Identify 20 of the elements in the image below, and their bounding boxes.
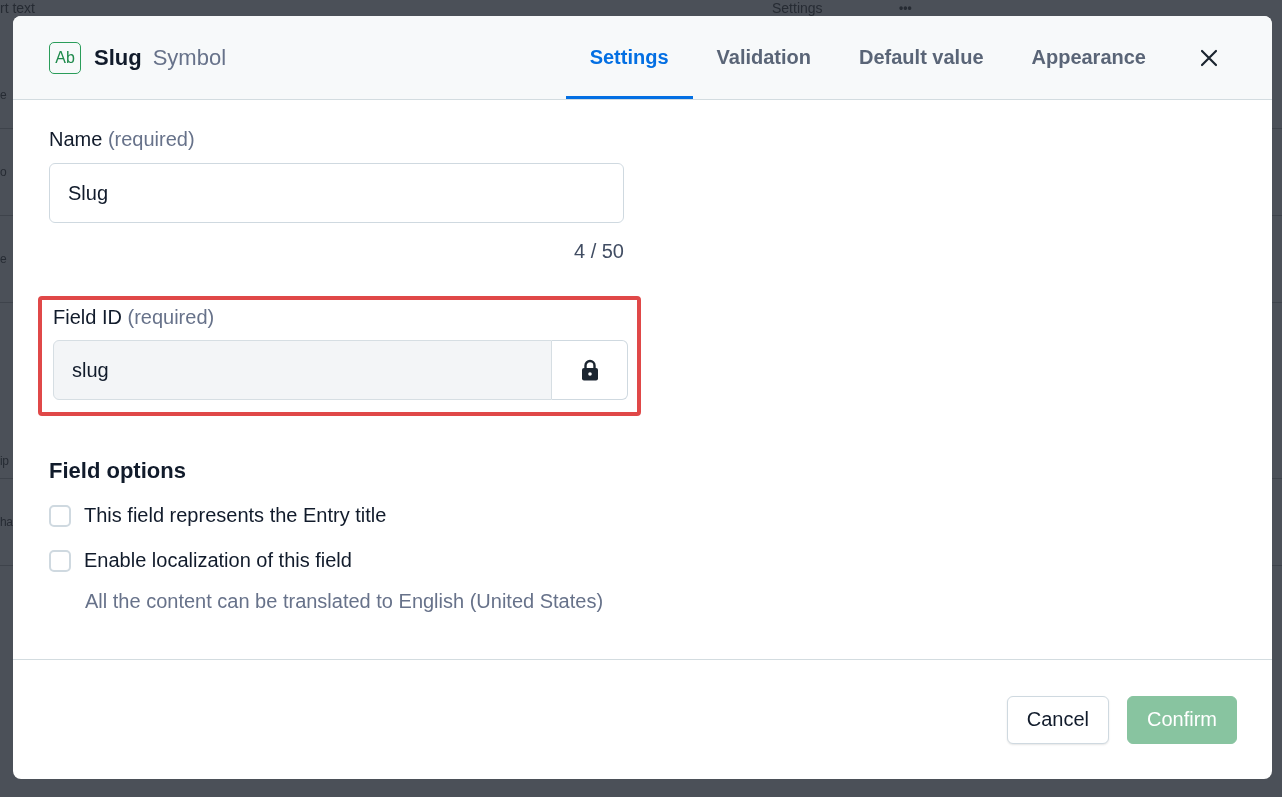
checkbox-label[interactable]: This field represents the Entry title bbox=[84, 504, 387, 527]
tab[interactable]: Validation bbox=[692, 16, 835, 99]
help-text: All the content can be translated to English (United States) bbox=[85, 590, 604, 612]
lock-icon bbox=[580, 359, 599, 381]
checkbox[interactable] bbox=[49, 504, 71, 527]
section-heading: Field options bbox=[49, 458, 187, 484]
tab[interactable]: Settings bbox=[565, 16, 693, 99]
field-label: Field ID (required) bbox=[53, 306, 215, 328]
character-counter: 4 / 50 bbox=[573, 240, 624, 262]
dialog-title: Slug bbox=[94, 44, 142, 71]
dialog-subtitle: Symbol bbox=[152, 44, 227, 71]
checkbox-label[interactable]: Enable localization of this field bbox=[84, 549, 352, 572]
type-badge: Ab bbox=[49, 41, 81, 74]
name-field[interactable]: Slug bbox=[49, 163, 624, 223]
tab[interactable]: Default value bbox=[835, 16, 1008, 99]
close-icon bbox=[1200, 48, 1218, 67]
cancel-button[interactable]: Cancel bbox=[1006, 695, 1109, 744]
checkbox[interactable] bbox=[49, 549, 71, 572]
field-label: Name (required) bbox=[49, 128, 195, 150]
tab[interactable]: Appearance bbox=[1007, 16, 1170, 99]
